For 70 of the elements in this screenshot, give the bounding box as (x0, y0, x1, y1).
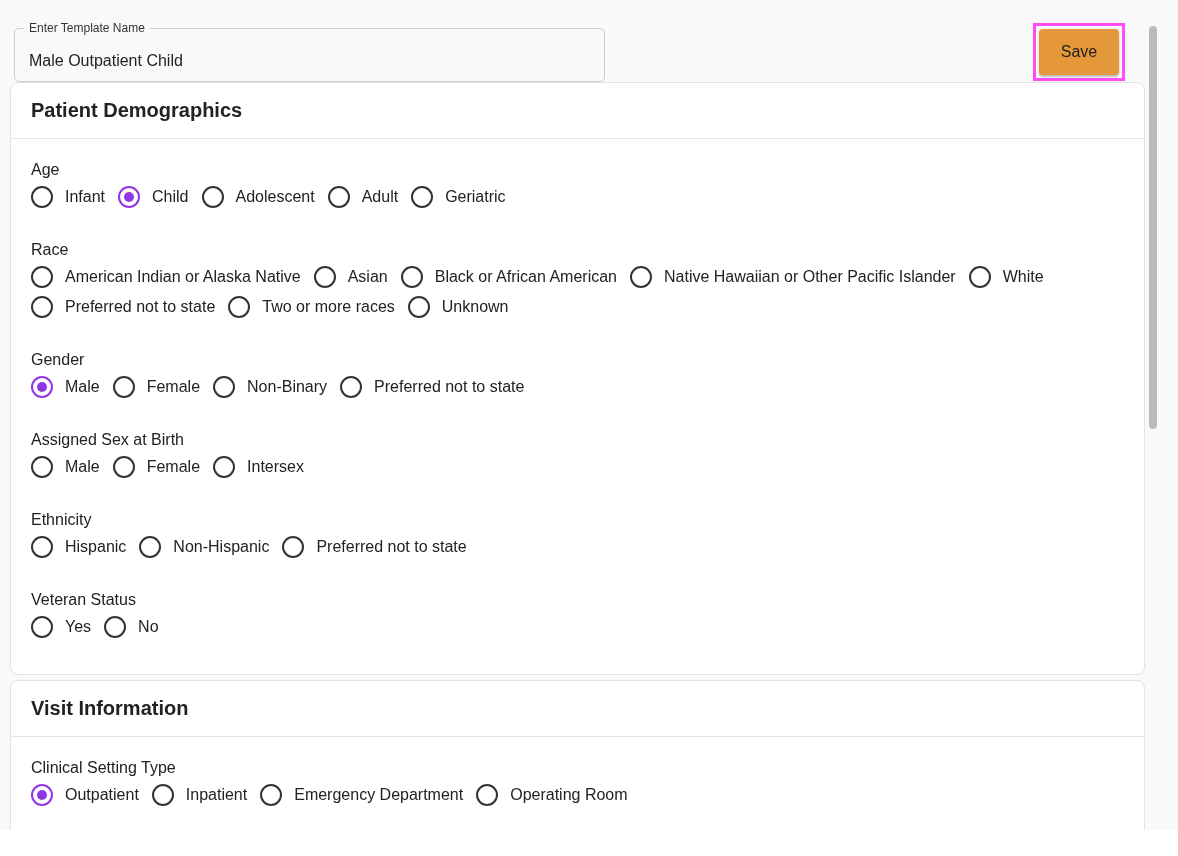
radio-button[interactable] (31, 266, 53, 288)
radio-option[interactable]: Child (118, 186, 189, 208)
radio-option[interactable]: Yes (31, 616, 92, 638)
radio-option[interactable]: Male (31, 456, 100, 478)
radio-button[interactable] (213, 456, 236, 478)
field-label: Enter Template Name (24, 22, 150, 34)
radio-button[interactable] (31, 296, 53, 318)
radio-button[interactable] (476, 784, 499, 806)
radio-option[interactable]: Infant (31, 186, 106, 208)
radio-button[interactable] (411, 186, 434, 208)
radio-button[interactable] (118, 186, 141, 208)
group-label: Clinical Setting Type (31, 759, 177, 777)
radio-option[interactable]: Inpatient (151, 784, 248, 806)
radio-option[interactable]: Unknown (407, 296, 509, 318)
radio-option[interactable]: Emergency Department (260, 784, 464, 806)
radio-button[interactable] (112, 376, 135, 398)
radio-option[interactable]: Non-Binary (213, 376, 328, 398)
radio-option[interactable]: Preferred not to state (31, 296, 216, 318)
radio-button[interactable] (104, 616, 127, 638)
radio-button[interactable] (31, 536, 53, 558)
radio-option[interactable]: Two or more races (228, 296, 395, 318)
save-button[interactable]: Save (1039, 29, 1119, 75)
radio-button[interactable] (139, 536, 162, 558)
radio-option[interactable]: Black or African American (400, 266, 617, 288)
group-label: Assigned Sex at Birth (31, 431, 185, 449)
radio-option[interactable]: Non-Hispanic (139, 536, 270, 558)
group-label: Gender (31, 351, 86, 369)
radio-button[interactable] (400, 266, 423, 288)
radio-button[interactable] (282, 536, 305, 558)
radio-button[interactable] (31, 376, 53, 398)
radio-option[interactable]: American Indian or Alaska Native (31, 266, 301, 288)
section-title: Visit Information (31, 697, 189, 720)
radio-option[interactable]: Male (31, 376, 100, 398)
radio-button[interactable] (151, 784, 174, 806)
radio-button[interactable] (213, 376, 236, 398)
radio-button[interactable] (260, 784, 283, 806)
radio-option[interactable]: No (104, 616, 159, 638)
radio-option[interactable]: White (968, 266, 1044, 288)
radio-button[interactable] (407, 296, 430, 318)
group-label: Race (31, 241, 70, 259)
group-label: Age (31, 161, 61, 179)
radio-button[interactable] (340, 376, 363, 398)
radio-option[interactable]: Female (112, 456, 201, 478)
radio-option[interactable]: Geriatric (411, 186, 506, 208)
radio-option[interactable]: Adult (327, 186, 399, 208)
radio-button[interactable] (31, 616, 53, 638)
radio-option[interactable]: Intersex (213, 456, 304, 478)
radio-button[interactable] (31, 186, 53, 208)
radio-button[interactable] (968, 266, 991, 288)
radio-button[interactable] (112, 456, 135, 478)
section-title: Patient Demographics (31, 99, 243, 122)
radio-button[interactable] (31, 456, 53, 478)
radio-button[interactable] (313, 266, 336, 288)
radio-option[interactable]: Asian (313, 266, 388, 288)
radio-option[interactable]: Preferred not to state (282, 536, 467, 558)
radio-option[interactable]: Adolescent (201, 186, 315, 208)
radio-option[interactable]: Hispanic (31, 536, 127, 558)
radio-option[interactable]: Preferred not to state (340, 376, 525, 398)
radio-button[interactable] (201, 186, 224, 208)
radio-button[interactable] (327, 186, 350, 208)
radio-option[interactable]: Operating Room (476, 784, 628, 806)
radio-option[interactable]: Native Hawaiian or Other Pacific Islander (630, 266, 956, 288)
group-label: Veteran Status (31, 591, 137, 609)
radio-button[interactable] (228, 296, 251, 318)
radio-button[interactable] (31, 784, 53, 806)
radio-button[interactable] (630, 266, 652, 288)
radio-option[interactable]: Outpatient (31, 784, 139, 806)
radio-option[interactable]: Female (112, 376, 201, 398)
group-label: Ethnicity (31, 511, 93, 529)
scrollbar-thumb[interactable] (1149, 26, 1157, 429)
